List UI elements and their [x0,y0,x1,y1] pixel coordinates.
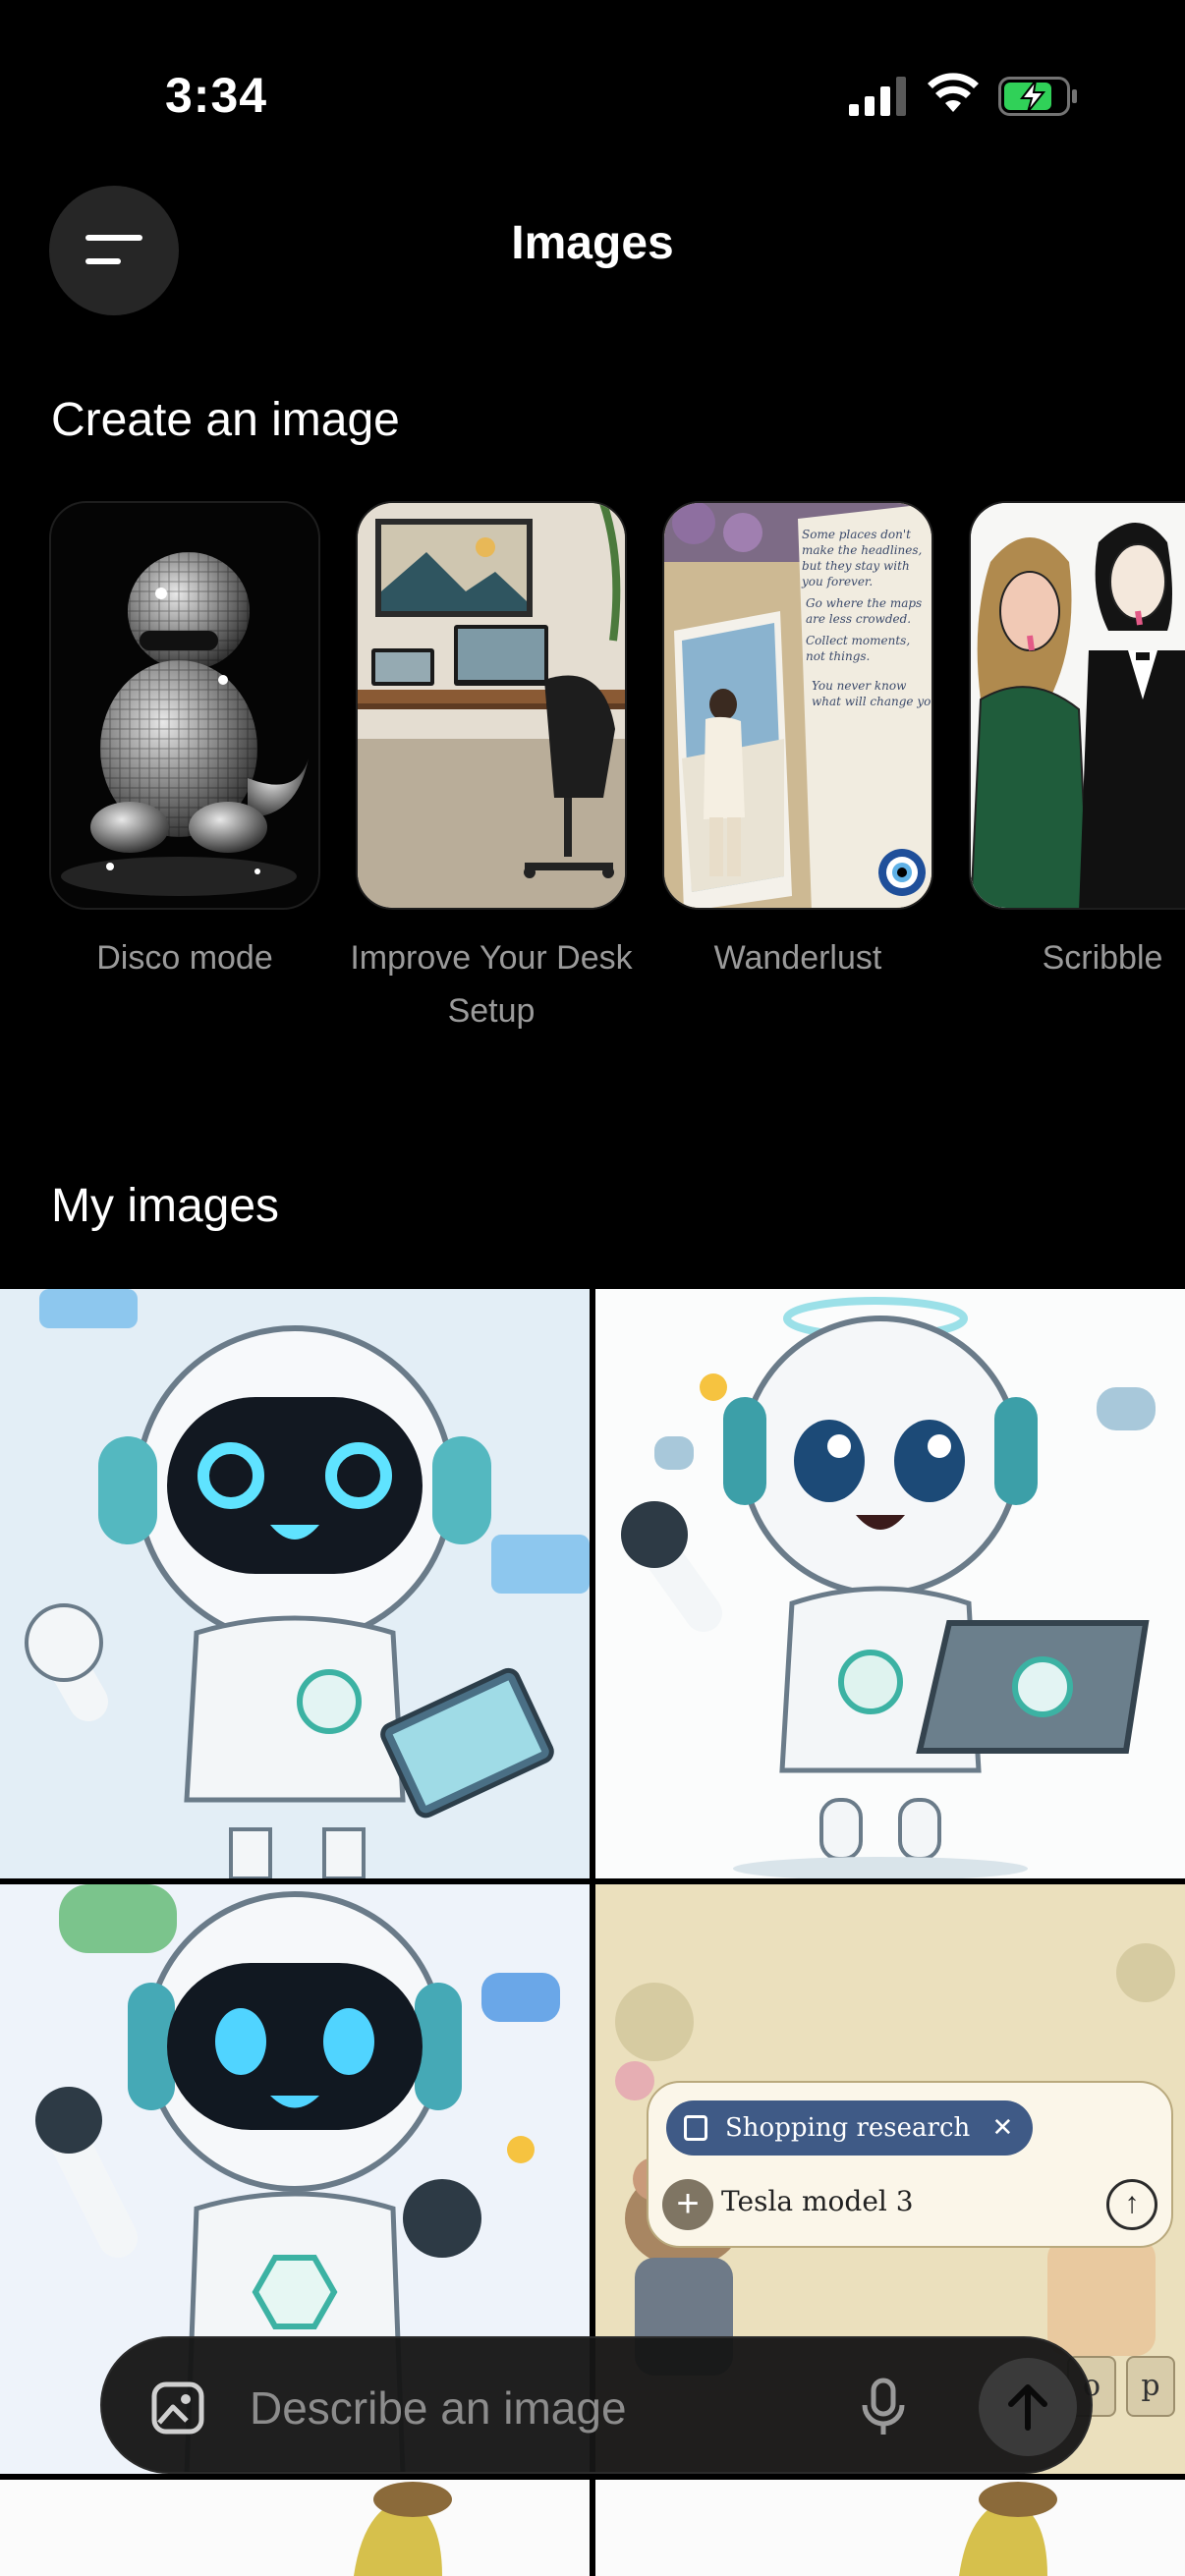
embedded-prompt-card: Shopping research ✕ + Tesla model 3 ↑ [647,2081,1173,2248]
style-card-wanderlust[interactable]: Some places don't make the headlines, bu… [662,501,933,910]
send-button[interactable] [979,2358,1077,2456]
my-images-title: My images [51,1180,280,1232]
note-line-3: you forever. [801,575,873,588]
banana-image-1 [354,2482,452,2576]
create-section-title: Create an image [51,394,400,446]
gallery-image-robot-laptop[interactable] [595,1289,1185,1878]
banana-image-2 [959,2482,1057,2576]
note-line-9: what will change you. [812,695,933,708]
status-time: 3:34 [165,68,268,123]
status-bar: 3:34 [0,0,1185,187]
embedded-input-text: Tesla model 3 [721,2185,914,2217]
robot-laptop-image [595,1289,1185,1878]
style-label-wanderlust: Wanderlust [713,939,882,977]
style-label-desk-setup: Improve Your Desk Setup [350,939,633,1030]
style-label-disco-mode: Disco mode [96,939,273,977]
robot-tablet-image [0,1289,590,1878]
style-card-desk-setup[interactable] [356,501,627,910]
gallery-image-banana-1[interactable] [0,2480,590,2576]
page-title: Images [511,217,674,269]
gallery-image-banana-2[interactable] [595,2480,1185,2576]
note-line-7: not things. [806,649,870,663]
scribble-image [971,503,1185,908]
disco-dinosaur-image [61,552,309,896]
note-line-8: You never know [812,679,907,693]
microphone-icon[interactable] [861,2378,906,2438]
keyboard-key-p: p [1126,2356,1175,2417]
battery-charging-icon [998,77,1077,116]
desk-setup-image [358,503,625,908]
style-card-disco-mode[interactable] [49,501,320,910]
note-line-1: make the headlines, [802,543,922,557]
wifi-icon [928,73,979,112]
embedded-send-icon: ↑ [1106,2179,1157,2230]
chip-close-icon: ✕ [991,2113,1014,2143]
chip-label: Shopping research [725,2113,971,2143]
note-line-4: Go where the maps [806,596,922,610]
note-line-6: Collect moments, [806,634,910,647]
shopping-research-chip: Shopping research ✕ [666,2100,1034,2156]
gallery-image-robot-tablet[interactable] [0,1289,590,1878]
cellular-signal-icon [849,77,906,116]
image-attach-icon[interactable] [151,2381,204,2435]
image-prompt-composer[interactable]: Describe an image [100,2336,1093,2474]
wanderlust-image: Some places don't make the headlines, bu… [664,503,933,908]
arrow-up-icon [1008,2384,1047,2431]
note-line-5: are less crowded. [806,612,911,626]
composer-placeholder[interactable]: Describe an image [250,2381,627,2435]
embedded-plus-icon: + [662,2179,713,2230]
note-line-2: but they stay with [802,559,910,573]
style-card-scribble[interactable] [969,501,1185,910]
shopping-bag-icon [684,2115,707,2141]
note-line-0: Some places don't [802,528,911,541]
style-label-scribble: Scribble [1042,939,1163,977]
